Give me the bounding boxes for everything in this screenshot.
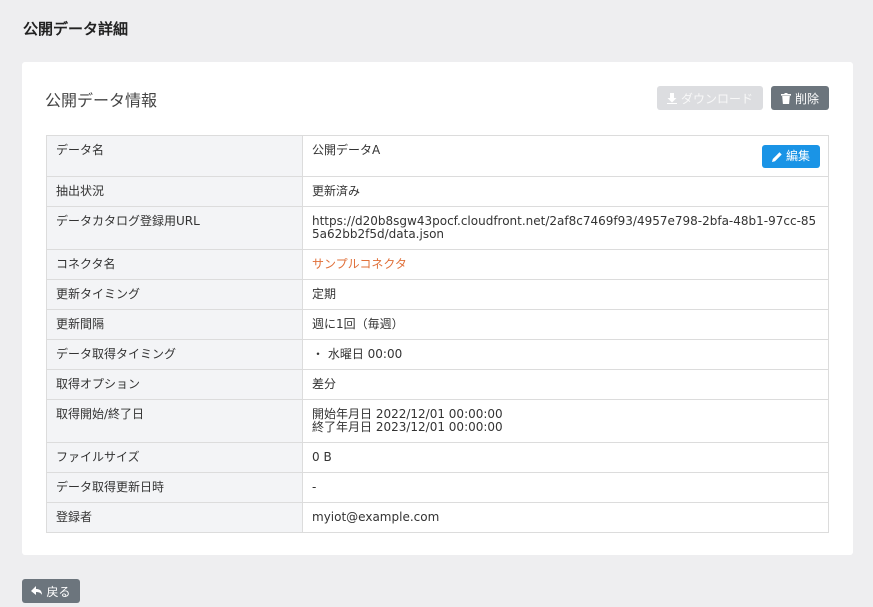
delete-button[interactable]: 削除 <box>771 86 829 110</box>
card-title: 公開データ情報 <box>45 91 158 110</box>
row-label: 登録者 <box>46 502 303 533</box>
table-row: データ取得更新日時 - <box>46 472 829 503</box>
row-label: 取得オプション <box>46 369 303 400</box>
row-label: 抽出状況 <box>46 176 303 207</box>
row-label: データ名 <box>46 135 303 177</box>
edit-button[interactable]: 編集 <box>762 145 820 168</box>
download-icon <box>666 92 677 104</box>
back-label: 戻る <box>46 584 71 599</box>
back-arrow-icon <box>31 586 43 596</box>
row-value: 更新済み <box>302 176 829 207</box>
connector-link[interactable]: サンプルコネクタ <box>312 257 407 271</box>
table-row: 取得開始/終了日 開始年月日 2022/12/01 00:00:00 終了年月日… <box>46 399 829 443</box>
row-label: データ取得更新日時 <box>46 472 303 503</box>
data-name-value: 公開データA <box>312 143 381 157</box>
row-label: コネクタ名 <box>46 249 303 280</box>
end-date-value: 終了年月日 2023/12/01 00:00:00 <box>312 420 503 434</box>
row-value: myiot@example.com <box>302 502 829 533</box>
delete-label: 削除 <box>794 91 819 106</box>
table-row: 抽出状況 更新済み <box>46 176 829 207</box>
download-label: ダウンロード <box>680 91 753 106</box>
row-label: 更新間隔 <box>46 309 303 340</box>
row-value: 公開データA 編集 <box>302 135 829 177</box>
row-label: 更新タイミング <box>46 279 303 310</box>
row-value: 0 B <box>302 442 829 473</box>
table-row: コネクタ名 サンプルコネクタ <box>46 249 829 280</box>
row-value: ・ 水曜日 00:00 <box>302 339 829 370</box>
table-row: データ取得タイミング ・ 水曜日 00:00 <box>46 339 829 370</box>
pencil-icon <box>771 151 782 162</box>
table-row: 更新タイミング 定期 <box>46 279 829 310</box>
detail-card: 公開データ情報 ダウンロード 削除 データ名 公開データA 編集 抽出状況 更新… <box>22 62 853 555</box>
download-button[interactable]: ダウンロード <box>657 86 763 110</box>
row-label: ファイルサイズ <box>46 442 303 473</box>
catalog-url-value: https://d20b8sgw43pocf.cloudfront.net/2a… <box>302 206 829 250</box>
row-label: データカタログ登録用URL <box>46 206 303 250</box>
table-row: データカタログ登録用URL https://d20b8sgw43pocf.clo… <box>46 206 829 250</box>
edit-label: 編集 <box>785 149 810 163</box>
row-value: - <box>302 472 829 503</box>
row-value: 定期 <box>302 279 829 310</box>
back-button[interactable]: 戻る <box>22 579 80 603</box>
row-value: 週に1回（毎週） <box>302 309 829 340</box>
page-title: 公開データ詳細 <box>23 20 129 38</box>
detail-table: データ名 公開データA 編集 抽出状況 更新済み データカタログ登録用URL h… <box>46 135 829 533</box>
table-row: データ名 公開データA 編集 <box>46 135 829 177</box>
row-value: サンプルコネクタ <box>302 249 829 280</box>
row-value: 開始年月日 2022/12/01 00:00:00 終了年月日 2023/12/… <box>302 399 829 443</box>
trash-icon <box>780 92 791 104</box>
table-row: 更新間隔 週に1回（毎週） <box>46 309 829 340</box>
row-label: 取得開始/終了日 <box>46 399 303 443</box>
table-row: 取得オプション 差分 <box>46 369 829 400</box>
row-label: データ取得タイミング <box>46 339 303 370</box>
table-row: ファイルサイズ 0 B <box>46 442 829 473</box>
table-row: 登録者 myiot@example.com <box>46 502 829 533</box>
row-value: 差分 <box>302 369 829 400</box>
